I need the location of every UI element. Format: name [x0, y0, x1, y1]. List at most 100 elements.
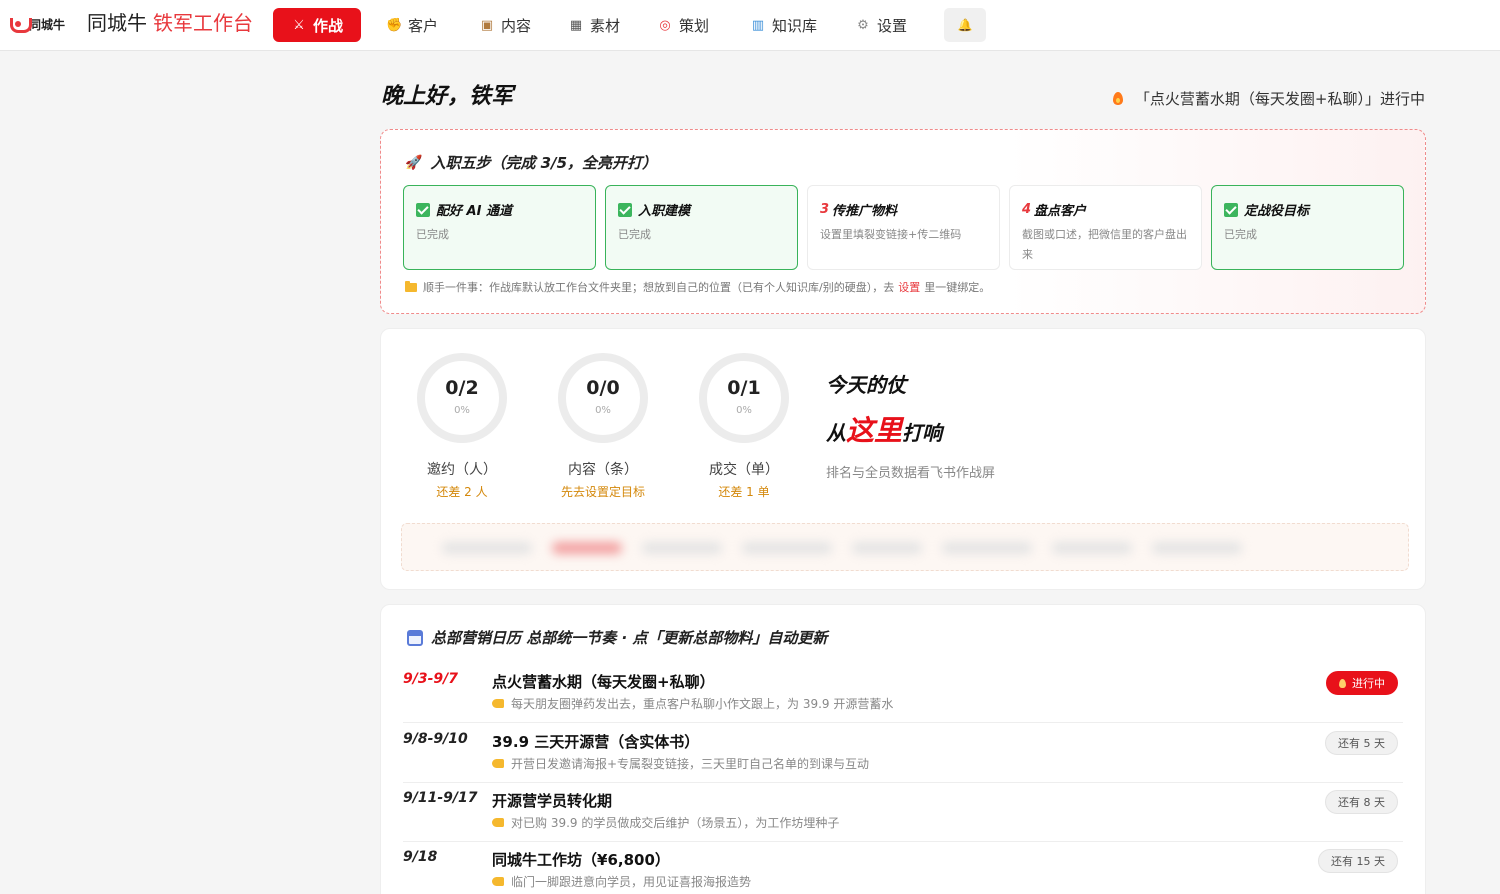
step-title-text: 配好 AI 通道 — [436, 204, 512, 219]
check-icon — [416, 202, 430, 217]
blurred-item — [852, 542, 922, 554]
metric-label: 成交（单） — [709, 462, 779, 478]
note-text-before: 顺手一件事：作战库默认放工作台文件夹里；想放到自己的位置（已有个人知识库/别的硬… — [423, 281, 895, 294]
notification-button[interactable]: 🔔 — [944, 8, 986, 42]
row-description-text: 临门一脚跟进意向学员，用见证喜报海报造势 — [511, 875, 752, 889]
logo-text: 同城牛 — [29, 17, 66, 32]
nav-tab-label: 客户 — [408, 16, 439, 35]
step-description: 已完成 — [1224, 228, 1257, 241]
books-icon: ▥ — [751, 17, 765, 33]
metric-hint-set-goal[interactable]: 先去设置定目标 — [533, 483, 673, 500]
metric-percent: 0% — [595, 405, 611, 416]
nav-tab-knowledge[interactable]: ▥ 知识库 — [750, 8, 817, 42]
step-title: 定战役目标 — [1224, 200, 1309, 219]
calendar-row[interactable]: 9/11-9/17 开源营学员转化期 对已购 39.9 的学员做成交后维护（场景… — [403, 782, 1403, 842]
nav-tab-customers[interactable]: ✊ 客户 — [386, 8, 438, 42]
step-description: 已完成 — [416, 228, 449, 241]
metric-ring-deals: 0/1 0% — [697, 351, 791, 445]
metric-ring-content: 0/0 0% — [556, 351, 650, 445]
calendar-row[interactable]: 9/18 同城牛工作坊（¥6,800） 临门一脚跟进意向学员，用见证喜报海报造势… — [403, 841, 1403, 894]
calendar-row[interactable]: 9/8-9/10 39.9 三天开源营（含实体书） 开营日发邀请海报+专属裂变链… — [403, 723, 1403, 783]
check-icon — [1224, 202, 1238, 217]
row-description: 对已购 39.9 的学员做成交后维护（场景五），为工作坊埋种子 — [492, 814, 839, 831]
onboarding-step-ai-channel[interactable]: 配好 AI 通道 已完成 — [403, 185, 596, 270]
metric-ring-invites: 0/2 0% — [415, 351, 509, 445]
top-navbar: 同城牛 同城牛 铁军工作台 ⚔ 作战 ✊ 客户 ▣ 内容 ▦ 素材 ◎ 策划 ▥ … — [0, 0, 1500, 51]
blurred-leaderboard — [401, 523, 1409, 571]
pointing-hand-icon — [492, 699, 504, 708]
blurred-item — [942, 542, 1032, 554]
pointing-hand-icon — [492, 877, 504, 886]
slogan-subtitle: 排名与全员数据看飞书作战屏 — [826, 466, 996, 481]
metric-value: 0/1 — [727, 377, 761, 399]
brand-sub: 铁军工作台 — [153, 11, 253, 35]
flame-icon — [1339, 678, 1346, 688]
onboarding-note: 顺手一件事：作战库默认放工作台文件夹里；想放到自己的位置（已有个人知识库/别的硬… — [405, 279, 990, 295]
blurred-item — [1052, 542, 1132, 554]
blurred-item — [742, 542, 832, 554]
status-badge-text: 进行中 — [1352, 677, 1385, 690]
row-description: 开营日发邀请海报+专属裂变链接，三天里盯自己名单的到课与互动 — [492, 755, 869, 772]
daily-stats-card: 0/2 0% 邀约（人） 还差 2 人 0/0 0% 内容（条） 先去设置定目标… — [380, 328, 1426, 590]
slogan-highlight: 这里 — [846, 414, 903, 447]
pointing-hand-icon — [492, 759, 504, 768]
onboarding-step-goal[interactable]: 定战役目标 已完成 — [1211, 185, 1404, 270]
blurred-item — [552, 542, 622, 554]
crossed-swords-icon: ⚔ — [293, 17, 305, 33]
nav-tab-label: 策划 — [679, 16, 710, 35]
nav-tab-battle[interactable]: ⚔ 作战 — [273, 8, 361, 42]
row-description: 临门一脚跟进意向学员，用见证喜报海报造势 — [492, 873, 751, 890]
onboarding-step-customers[interactable]: 4 盘点客户 截图或口述，把微信里的客户盘出来 — [1009, 185, 1202, 270]
blurred-item — [642, 542, 722, 554]
step-title: 4 盘点客户 — [1022, 200, 1086, 219]
row-title: 点火营蓄水期（每天发圈+私聊） — [492, 673, 715, 691]
logo[interactable]: 同城牛 — [10, 14, 65, 34]
row-title: 39.9 三天开源营（含实体书） — [492, 733, 700, 751]
blurred-item — [1152, 542, 1242, 554]
blurred-item — [442, 542, 532, 554]
step-title: 入职建模 — [618, 200, 690, 219]
step-number: 4 — [1022, 202, 1032, 217]
metric-hint: 还差 2 人 — [436, 485, 488, 499]
settings-link[interactable]: 设置 — [898, 279, 920, 295]
nav-tab-materials[interactable]: ▦ 素材 — [568, 8, 620, 42]
row-date: 9/8-9/10 — [403, 731, 468, 747]
folder-icon — [405, 280, 417, 292]
metric-percent: 0% — [736, 405, 752, 416]
row-date: 9/3-9/7 — [403, 671, 459, 687]
bull-logo-icon — [10, 17, 32, 33]
nav-tab-planning[interactable]: ◎ 策划 — [657, 8, 709, 42]
note-text-after: 里一键绑定。 — [924, 281, 991, 294]
metric-label: 邀约（人） — [427, 462, 497, 478]
target-icon: ◎ — [659, 17, 671, 33]
calendar-icon — [407, 629, 423, 646]
row-date: 9/11-9/17 — [403, 790, 478, 806]
metric-percent: 0% — [454, 405, 470, 416]
check-icon — [618, 202, 632, 217]
row-description-text: 每天朋友圈弹药发出去，重点客户私聊小作文跟上，为 39.9 开源营蓄水 — [511, 697, 894, 711]
flame-icon — [1112, 92, 1123, 105]
bell-icon: 🔔 — [957, 18, 973, 32]
step-description: 设置里填裂变链接+传二维码 — [820, 228, 962, 241]
slogan-post: 打响 — [902, 421, 943, 445]
row-description-text: 对已购 39.9 的学员做成交后维护（场景五），为工作坊埋种子 — [511, 816, 840, 830]
nav-tab-label: 知识库 — [772, 16, 818, 35]
step-description: 截图或口述，把微信里的客户盘出来 — [1022, 228, 1187, 261]
onboarding-step-materials[interactable]: 3 传推广物料 设置里填裂变链接+传二维码 — [807, 185, 1000, 270]
countdown-badge: 还有 8 天 — [1325, 790, 1398, 814]
nav-tab-settings[interactable]: ⚙ 设置 — [855, 8, 907, 42]
row-description-text: 开营日发邀请海报+专属裂变链接，三天里盯自己名单的到课与互动 — [511, 757, 870, 771]
step-title: 3 传推广物料 — [820, 200, 897, 219]
rocket-icon: 🚀 — [405, 154, 423, 171]
calendar-row[interactable]: 9/3-9/7 点火营蓄水期（每天发圈+私聊） 每天朋友圈弹药发出去，重点客户私… — [403, 663, 1403, 723]
row-description: 每天朋友圈弹药发出去，重点客户私聊小作文跟上，为 39.9 开源营蓄水 — [492, 695, 893, 712]
step-title-text: 盘点客户 — [1034, 204, 1087, 219]
metric-hint: 还差 1 单 — [718, 485, 770, 499]
step-title: 配好 AI 通道 — [416, 200, 512, 219]
onboarding-step-modeling[interactable]: 入职建模 已完成 — [605, 185, 798, 270]
nav-tab-label: 内容 — [501, 16, 532, 35]
nav-tab-content[interactable]: ▣ 内容 — [479, 8, 531, 42]
row-title: 开源营学员转化期 — [492, 792, 613, 810]
metric-label: 内容（条） — [568, 462, 638, 478]
brand-main: 同城牛 — [87, 11, 147, 35]
